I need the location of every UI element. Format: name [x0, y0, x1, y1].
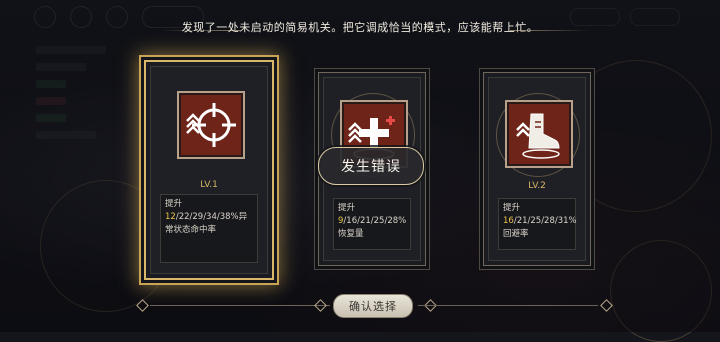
- card-inner: LV.2 提升16/21/25/28/31%回避率: [488, 77, 586, 261]
- crosshair-chevron-icon: [179, 93, 243, 157]
- option-card-1[interactable]: LV.1 提升12/22/29/34/38%异常状态命中率: [144, 60, 274, 280]
- card-highlight-value: 12: [165, 212, 176, 222]
- card-highlight-value: 16: [503, 216, 514, 226]
- card-level: LV.1: [200, 180, 218, 190]
- card-level: LV.2: [528, 181, 546, 191]
- confirm-divider-right: [418, 305, 598, 306]
- option-card-3[interactable]: LV.2 提升16/21/25/28/31%回避率: [483, 72, 591, 266]
- card-description: 提升9/16/21/25/28%恢复量: [333, 198, 411, 250]
- card-description: 提升16/21/25/28/31%回避率: [498, 198, 577, 250]
- message-divider-right: [510, 30, 590, 31]
- event-message: 发现了一处未启动的简易机关。把它调成恰当的模式，应该能帮上忙。: [181, 21, 539, 34]
- confirm-divider-left: [150, 305, 330, 306]
- error-toast: 发生错误: [318, 147, 424, 185]
- confirm-select-button[interactable]: 确认选择: [333, 294, 413, 318]
- card-description: 提升12/22/29/34/38%异常状态命中率: [160, 194, 258, 263]
- winged-boot-icon: [507, 102, 571, 166]
- card-inner: LV.1 提升12/22/29/34/38%异常状态命中率: [150, 66, 268, 274]
